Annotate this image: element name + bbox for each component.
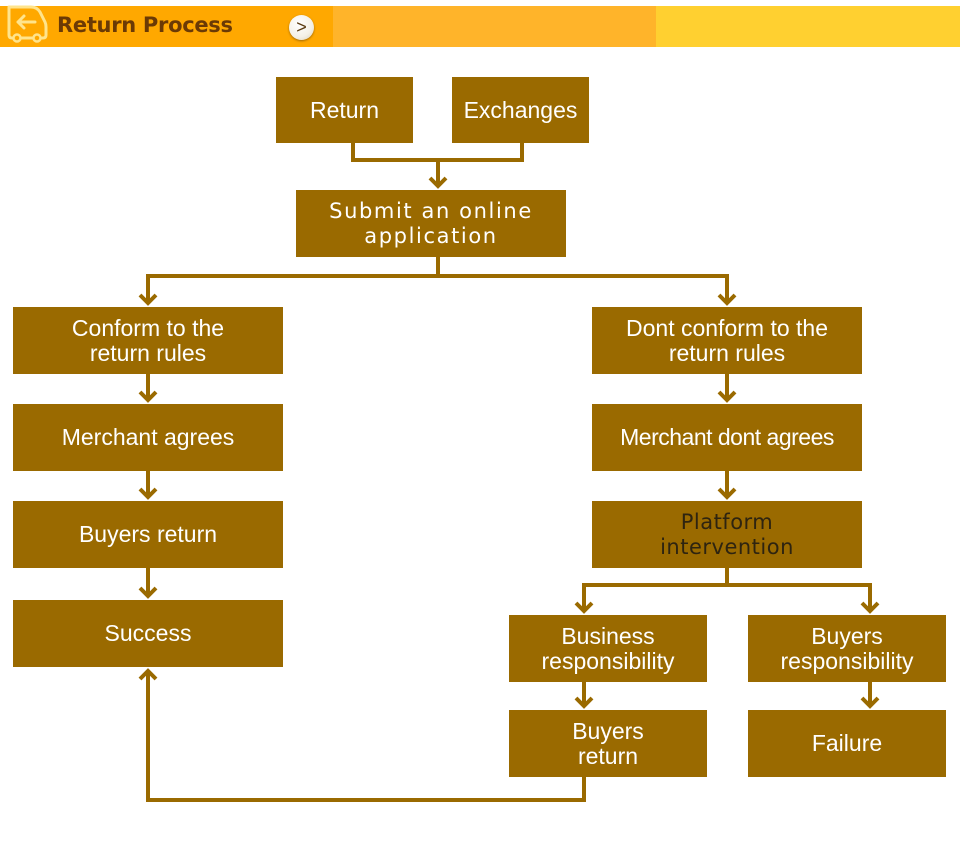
arrowhead-business bbox=[574, 601, 594, 614]
connector-merchant-buyers bbox=[138, 471, 158, 500]
node-buyers-return-right: Buyers return bbox=[509, 710, 707, 777]
arrowhead-submit bbox=[428, 176, 448, 189]
connector-return-exchanges-merge bbox=[351, 143, 524, 162]
node-success: Success bbox=[13, 600, 283, 667]
node-submit-application: Submit an online application bbox=[296, 190, 566, 257]
connector-merchant-platform bbox=[717, 471, 737, 500]
arrowhead-conform bbox=[138, 293, 158, 306]
header-bar-segment-3 bbox=[656, 6, 960, 47]
node-dont-conform-rules: Dont conform to the return rules bbox=[592, 307, 862, 374]
arrowhead-success-up bbox=[138, 668, 158, 681]
return-truck-icon bbox=[7, 5, 48, 43]
page-title: Return Process bbox=[57, 13, 233, 37]
connector-buyers-success bbox=[138, 568, 158, 599]
node-platform-intervention: Platform intervention bbox=[592, 501, 862, 568]
node-business-responsibility: Business responsibility bbox=[509, 615, 707, 682]
node-merchant-dont-agrees: Merchant dont agrees bbox=[592, 404, 862, 471]
connector-platform-split bbox=[582, 568, 872, 611]
header-bar-segment-2 bbox=[333, 6, 656, 47]
arrowhead-buyers-resp bbox=[860, 601, 880, 614]
connector-submit-split bbox=[146, 257, 729, 303]
connector-conform-merchant bbox=[138, 374, 158, 403]
connector-buyers-resp-failure bbox=[860, 682, 880, 709]
connector-dont-conform-merchant bbox=[717, 374, 737, 403]
node-buyers-responsibility: Buyers responsibility bbox=[748, 615, 946, 682]
node-return: Return bbox=[276, 77, 413, 143]
node-buyers-return-left: Buyers return bbox=[13, 501, 283, 568]
arrowhead-dont-conform bbox=[717, 293, 737, 306]
node-exchanges: Exchanges bbox=[452, 77, 589, 143]
node-failure: Failure bbox=[748, 710, 946, 777]
node-conform-rules: Conform to the return rules bbox=[13, 307, 283, 374]
next-button[interactable]: > bbox=[289, 15, 314, 40]
connector-business-buyers-return bbox=[574, 682, 594, 709]
node-merchant-agrees: Merchant agrees bbox=[13, 404, 283, 471]
